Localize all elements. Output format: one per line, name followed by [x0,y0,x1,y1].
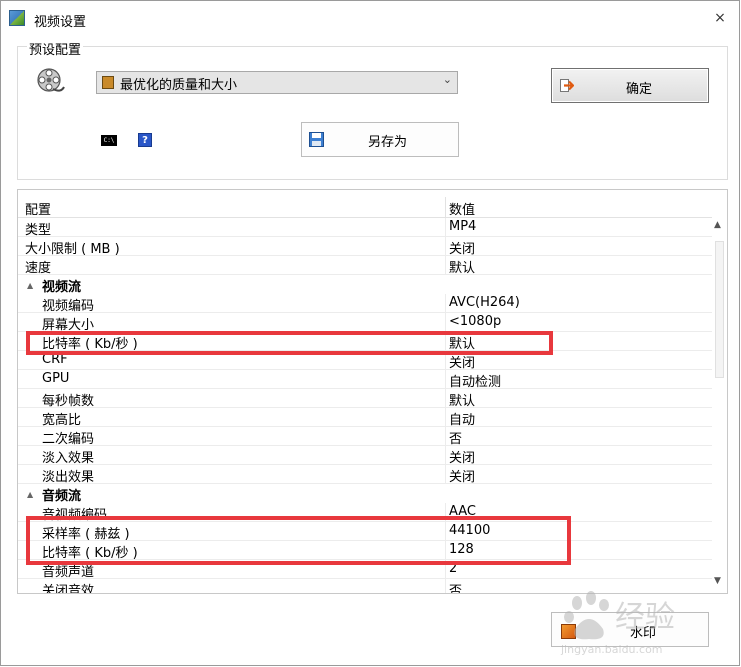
setting-value[interactable]: 否 [449,428,462,447]
title-bar: 视频设置 × [1,1,739,35]
ok-button-label: 确定 [626,82,653,97]
setting-name: 音视频编码 [42,508,108,523]
preset-group [17,46,728,180]
setting-value[interactable]: AVC(H264) [449,295,520,310]
setting-value[interactable]: 自动 [449,409,475,428]
setting-value[interactable]: 默认 [449,333,475,352]
setting-name: 视频编码 [42,299,95,314]
table-row[interactable]: 二次编码 否 [18,427,712,447]
table-row[interactable]: 速度 默认 [18,256,712,276]
setting-name: 视频流 [42,280,82,295]
arrow-right-icon [560,79,574,92]
setting-value[interactable]: <1080p [449,314,501,329]
setting-name: 大小限制 ( MB ) [25,242,120,257]
setting-name: 音频流 [42,489,82,504]
column-header-value[interactable]: 数值 [449,199,475,218]
command-line-icon[interactable]: C:\ [101,135,117,146]
setting-name: 每秒帧数 [42,394,95,409]
table-row[interactable]: 视频编码 AVC(H264) [18,294,712,314]
setting-name: GPU [42,371,70,386]
setting-name: 宽高比 [42,413,82,428]
ok-button[interactable]: 确定 [551,68,709,103]
setting-name: 二次编码 [42,432,95,447]
table-row[interactable]: 淡出效果 关闭 [18,465,712,485]
help-icon[interactable]: ? [138,133,152,147]
setting-name: 比特率 ( Kb/秒 ) [42,546,138,561]
save-icon [309,132,324,147]
setting-value[interactable]: AAC [449,504,476,519]
setting-value[interactable]: 关闭 [449,447,475,466]
setting-name: CRF [42,352,68,367]
setting-value[interactable]: MP4 [449,219,476,234]
setting-value[interactable]: 2 [449,561,457,576]
setting-name: 比特率 ( Kb/秒 ) [42,337,138,352]
setting-name: 速度 [25,261,52,276]
collapse-caret-icon[interactable]: ▲ [27,281,33,290]
setting-name: 关闭音效 [42,584,95,594]
setting-name: 音频声道 [42,565,95,580]
table-row[interactable]: 比特率 ( Kb/秒 ) 默认 [18,332,712,352]
close-button[interactable]: × [705,5,735,31]
table-row[interactable]: 音频声道 2 [18,560,712,580]
setting-value[interactable]: 44100 [449,523,490,538]
table-row[interactable]: 屏幕大小 <1080p [18,313,712,333]
preset-film-icon [102,76,114,89]
table-category-row[interactable]: ▲ 音频流 [18,484,712,504]
preset-selected-value: 最优化的质量和大小 [120,78,238,93]
table-row[interactable]: 大小限制 ( MB ) 关闭 [18,237,712,257]
table-category-row[interactable]: ▲ 视频流 [18,275,712,295]
setting-value[interactable]: 自动检测 [449,371,501,390]
table-row[interactable]: 音视频编码 AAC [18,503,712,523]
table-header: 配置 数值 [18,197,712,218]
save-as-label: 另存为 [368,135,408,150]
preset-group-label: 预设配置 [27,39,84,58]
table-row[interactable]: 类型 MP4 [18,218,712,238]
setting-name: 采样率 ( 赫兹 ) [42,527,130,542]
video-settings-dialog: 视频设置 × 预设配置 最优化的质量和大小 ⌄ 确定 C:\ ? 另存为 配置 … [0,0,740,666]
setting-name: 淡出效果 [42,470,95,485]
setting-value[interactable]: 关闭 [449,352,475,371]
setting-name: 屏幕大小 [42,318,95,333]
svg-text:经验: 经验 [615,600,675,635]
save-as-button[interactable]: 另存为 [301,122,459,157]
scroll-thumb[interactable] [715,241,724,378]
settings-table: 配置 数值 类型 MP4 大小限制 ( MB ) 关闭 速度 默认 ▲ 视频流 视频编码 AVC(… [17,189,728,594]
setting-value[interactable]: 默认 [449,257,475,276]
setting-name: 淡入效果 [42,451,95,466]
table-row[interactable]: 比特率 ( Kb/秒 ) 128 [18,541,712,561]
baidu-watermark-logo: 经验 jingyan.baidu.com [560,591,675,656]
preset-select[interactable]: 最优化的质量和大小 ⌄ [96,71,458,94]
table-row[interactable]: 每秒帧数 默认 [18,389,712,409]
table-row[interactable]: 淡入效果 关闭 [18,446,712,466]
setting-value[interactable]: 关闭 [449,466,475,485]
setting-value[interactable]: 128 [449,542,474,557]
setting-name: 类型 [25,223,52,238]
svg-text:jingyan.baidu.com: jingyan.baidu.com [560,643,663,656]
table-row[interactable]: CRF 关闭 [18,351,712,371]
collapse-caret-icon[interactable]: ▲ [27,490,33,499]
setting-value[interactable]: 默认 [449,390,475,409]
column-header-name[interactable]: 配置 [25,199,51,218]
app-icon [9,10,25,26]
setting-value[interactable]: 关闭 [449,238,475,257]
scroll-up-icon[interactable]: ▲ [714,220,721,230]
window-title: 视频设置 [34,15,87,30]
chevron-down-icon: ⌄ [442,73,452,86]
table-row[interactable]: 采样率 ( 赫兹 ) 44100 [18,522,712,542]
film-reel-icon [37,68,65,92]
table-row[interactable]: 宽高比 自动 [18,408,712,428]
table-row[interactable]: GPU 自动检测 [18,370,712,390]
vertical-scrollbar[interactable]: ▲ ▼ [712,218,727,593]
setting-value[interactable]: 否 [449,580,462,593]
